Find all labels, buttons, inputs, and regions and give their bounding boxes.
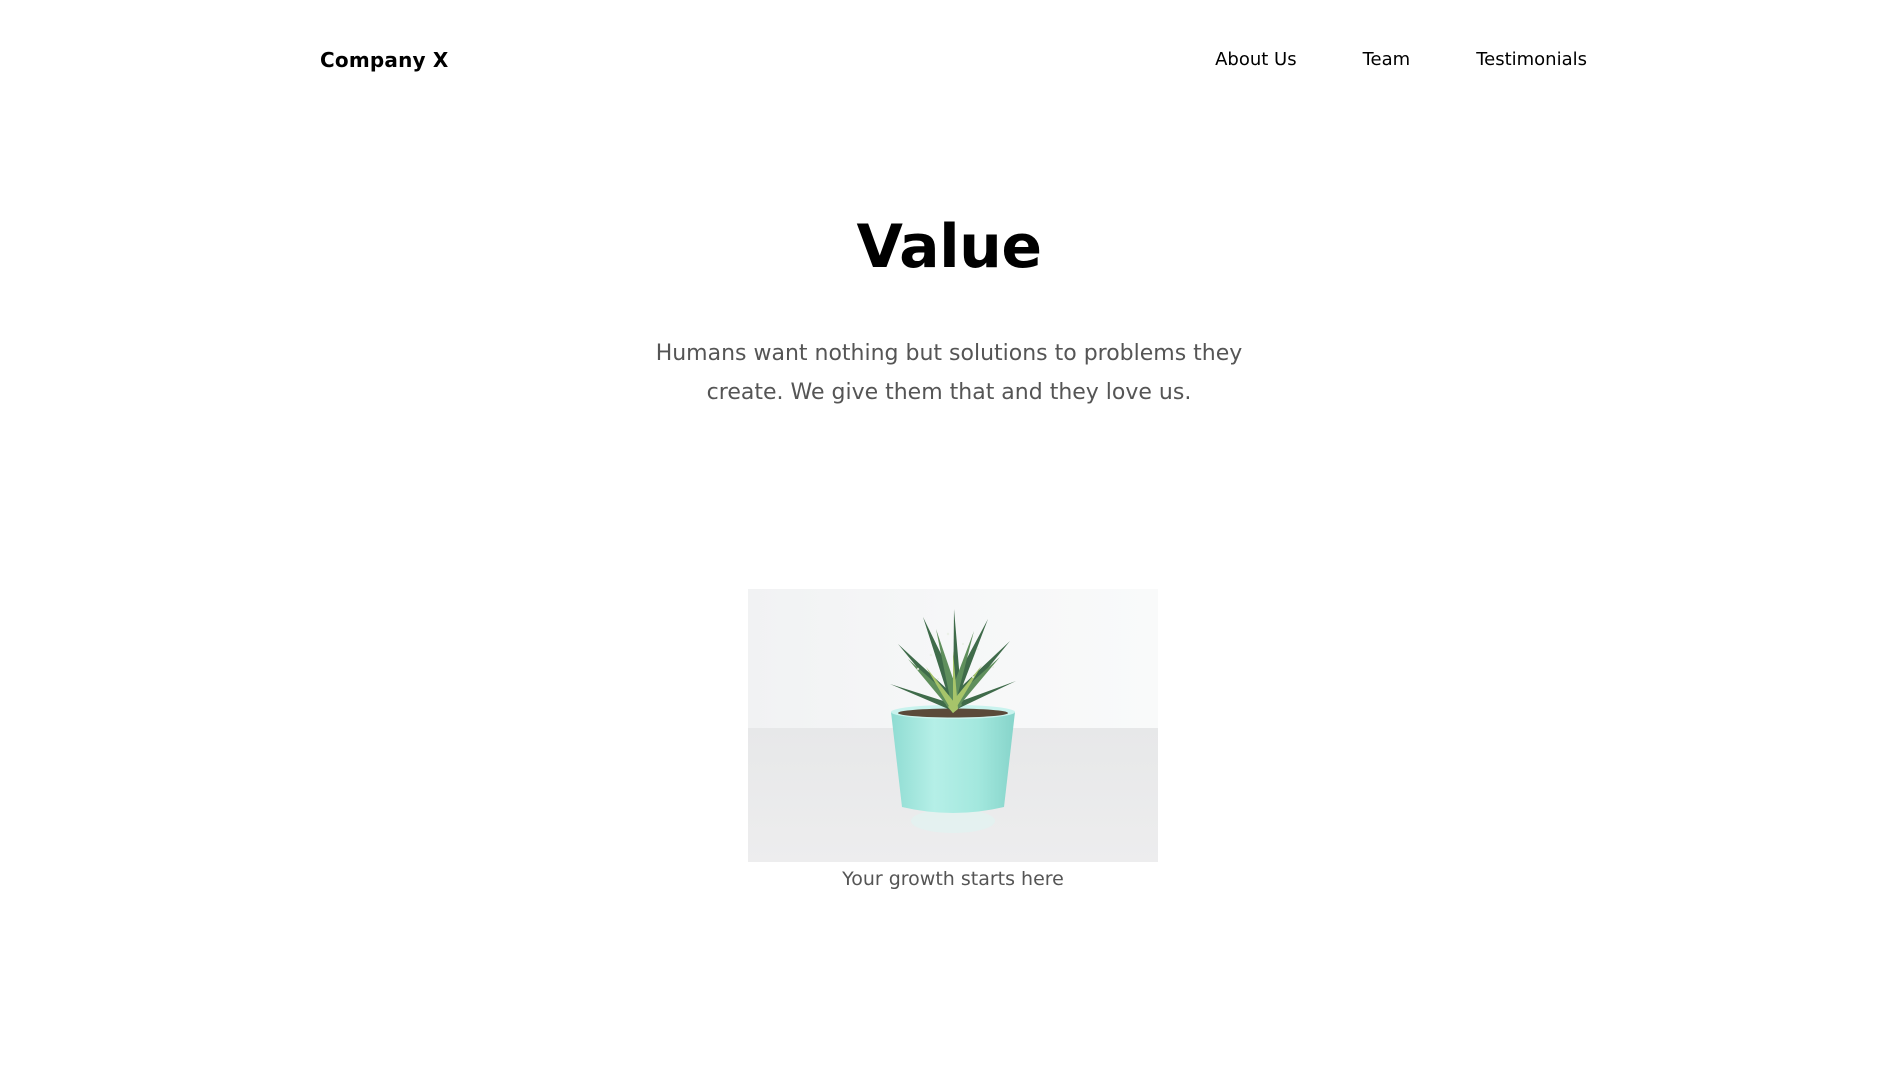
page: Company X About Us Team Testimonials Val… [0, 0, 1898, 1078]
image-caption: Your growth starts here [842, 868, 1064, 890]
succulent-plant-image [748, 589, 1158, 862]
main-nav: About Us Team Testimonials [1215, 49, 1587, 70]
nav-link-about-us[interactable]: About Us [1215, 49, 1297, 70]
feature-figure: Your growth starts here [748, 589, 1158, 890]
hero-description: Humans want nothing but solutions to pro… [655, 341, 1243, 405]
nav-link-testimonials[interactable]: Testimonials [1476, 49, 1587, 70]
hero-title: Value [856, 212, 1042, 282]
nav-link-team[interactable]: Team [1363, 49, 1411, 70]
site-header: Company X About Us Team Testimonials [0, 0, 1898, 124]
brand-logo[interactable]: Company X [320, 48, 449, 72]
